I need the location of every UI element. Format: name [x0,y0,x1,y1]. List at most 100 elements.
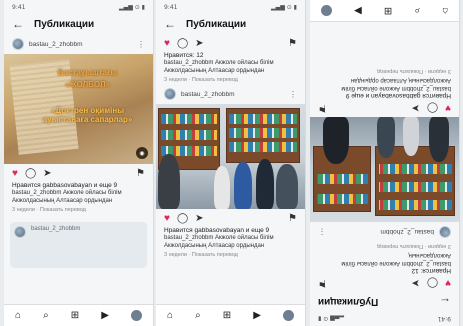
post-actions: ♥ ◯ ➤ ⚑ [310,99,459,117]
status-bar: 9:41 ▂▄▆ ⊙ ▮ [4,0,153,14]
post-caption: bastau_2_zhobbm Акжоле ойласы білім Акжо… [164,60,274,75]
save-bookmark-icon[interactable]: ⚑ [318,102,327,113]
status-icons: ▂▄▆ ⊙ ▮ [271,3,297,11]
avatar[interactable] [164,88,176,101]
post-actions: ♥ ◯ ➤ ⚑ [156,209,305,227]
top-bar: ← Публикации [156,14,305,34]
post-image[interactable] [156,104,305,210]
comment-icon[interactable]: ◯ [177,38,188,49]
reels-icon[interactable]: ▶ [101,310,109,321]
post-meta[interactable]: 3 недели · Показать перевод [4,206,153,214]
save-bookmark-icon[interactable]: ⚑ [288,38,297,49]
books-graphic [229,142,297,153]
page-title: Публикации [34,18,95,30]
back-arrow-icon[interactable]: ← [439,295,451,309]
post-meta[interactable]: 3 недели · Показать перевод [156,76,305,84]
image-text-line-3: «Доктрен оқиміны ауыстанаға сапарлар» [42,106,133,125]
like-heart-icon[interactable]: ♥ [164,213,170,224]
share-icon[interactable]: ➤ [411,278,419,289]
avatar[interactable] [439,225,451,238]
search-icon[interactable]: ⌕ [43,310,49,321]
person-graphic [403,116,419,156]
add-post-icon[interactable]: ⊞ [71,310,79,321]
author-username[interactable]: bastau_2_zhobbm [29,41,83,48]
image-text-line-2: «ЖОЛБОЛ» [64,80,111,89]
page-title: Публикации [318,296,379,308]
image-logo-badge: ◉ [136,147,148,159]
author-username[interactable]: bastau_2_zhobbm [381,228,435,235]
person-graphic [234,162,252,210]
post-meta[interactable]: 3 недели · Показать перевод [310,67,459,75]
reels-icon[interactable]: ▶ [354,5,362,16]
comment-icon[interactable]: ◯ [427,102,438,113]
status-bar: 9:41 ▂▄▆ ⊙ ▮ [310,312,459,326]
share-icon[interactable]: ➤ [195,213,203,224]
post-meta[interactable]: 3 недели · Показать перевод [156,251,305,259]
more-options-icon[interactable]: ⋮ [318,227,326,236]
profile-avatar-icon[interactable] [321,5,333,16]
add-post-icon[interactable]: ⊞ [223,310,231,321]
bottom-nav: ⌂ ⌕ ⊞ ▶ [310,0,459,22]
next-post-preview[interactable]: bastau_2_zhobbm [10,222,147,269]
post-caption: bastau_2_zhobbm Акжоле ойласы білім Акжо… [341,251,451,266]
save-bookmark-icon[interactable]: ⚑ [288,213,297,224]
more-options-icon[interactable]: ⋮ [137,40,145,49]
profile-avatar-icon[interactable] [282,310,294,321]
status-bar: 9:41 ▂▄▆ ⊙ ▮ [156,0,305,14]
person-graphic [377,116,395,158]
search-icon[interactable]: ⌕ [414,5,420,16]
top-bar: ← Публикации [310,292,459,312]
post-header[interactable]: bastau_2_zhobbm ⋮ [310,222,459,242]
books-graphic [379,163,452,174]
books-graphic [161,114,217,125]
person-graphic [429,116,449,162]
share-icon[interactable]: ➤ [195,38,203,49]
status-time: 9:41 [437,315,451,323]
post-image[interactable]: Бастауыштағы «ЖОЛБОЛ» «Доктрен оқиміны а… [4,54,153,164]
author-username[interactable]: bastau_2_zhobbm [181,91,235,98]
share-icon[interactable]: ➤ [411,102,419,113]
person-graphic [323,116,349,164]
post-meta[interactable]: 3 недели · Показать перевод [310,242,459,250]
post-header[interactable]: bastau_2_zhobbm ⋮ [4,34,153,54]
back-arrow-icon[interactable]: ← [164,17,176,31]
comment-icon[interactable]: ◯ [427,278,438,289]
save-bookmark-icon[interactable]: ⚑ [318,278,327,289]
status-time: 9:41 [164,3,178,11]
next-author-username: bastau_2_zhobbm [31,226,81,233]
likes-text[interactable]: Нравится gabbasovabayan и еще 9 [310,91,459,99]
save-bookmark-icon[interactable]: ⚑ [136,168,145,179]
back-arrow-icon[interactable]: ← [12,17,24,31]
home-icon[interactable]: ⌂ [15,310,21,321]
profile-avatar-icon[interactable] [130,310,142,321]
like-heart-icon[interactable]: ♥ [164,38,170,49]
status-time: 9:41 [12,3,26,11]
more-options-icon[interactable]: ⋮ [289,90,297,99]
likes-count[interactable]: Нравится: 12 [310,266,459,274]
person-graphic [256,159,274,210]
home-icon[interactable]: ⌂ [167,310,173,321]
like-heart-icon[interactable]: ♥ [445,102,451,113]
reels-icon[interactable]: ▶ [253,310,261,321]
post-caption: bastau_2_zhobbm Акжоле ойласы білім Акжо… [164,235,274,250]
person-graphic [276,164,298,210]
like-heart-icon[interactable]: ♥ [12,168,18,179]
avatar[interactable] [12,38,24,50]
home-icon[interactable]: ⌂ [442,5,448,16]
status-icons: ▂▄▆ ⊙ ▮ [119,3,145,11]
books-graphic [317,193,368,204]
share-icon[interactable]: ➤ [43,168,51,179]
person-graphic [214,166,230,210]
books-graphic [161,130,217,141]
post-image[interactable] [310,116,459,222]
person-graphic [158,154,180,210]
comment-icon[interactable]: ◯ [177,213,188,224]
add-post-icon[interactable]: ⊞ [384,5,392,16]
top-bar: ← Публикации [4,14,153,34]
post-header[interactable]: bastau_2_zhobbm ⋮ [156,84,305,104]
phone-screen-2: 9:41 ▂▄▆ ⊙ ▮ ← Публикации ♥ ◯ ➤ ⚑ Нравит… [156,0,306,326]
image-text-line-1: Бастауыштағы [57,68,118,77]
comment-icon[interactable]: ◯ [25,168,36,179]
like-heart-icon[interactable]: ♥ [445,278,451,289]
search-icon[interactable]: ⌕ [195,310,201,321]
